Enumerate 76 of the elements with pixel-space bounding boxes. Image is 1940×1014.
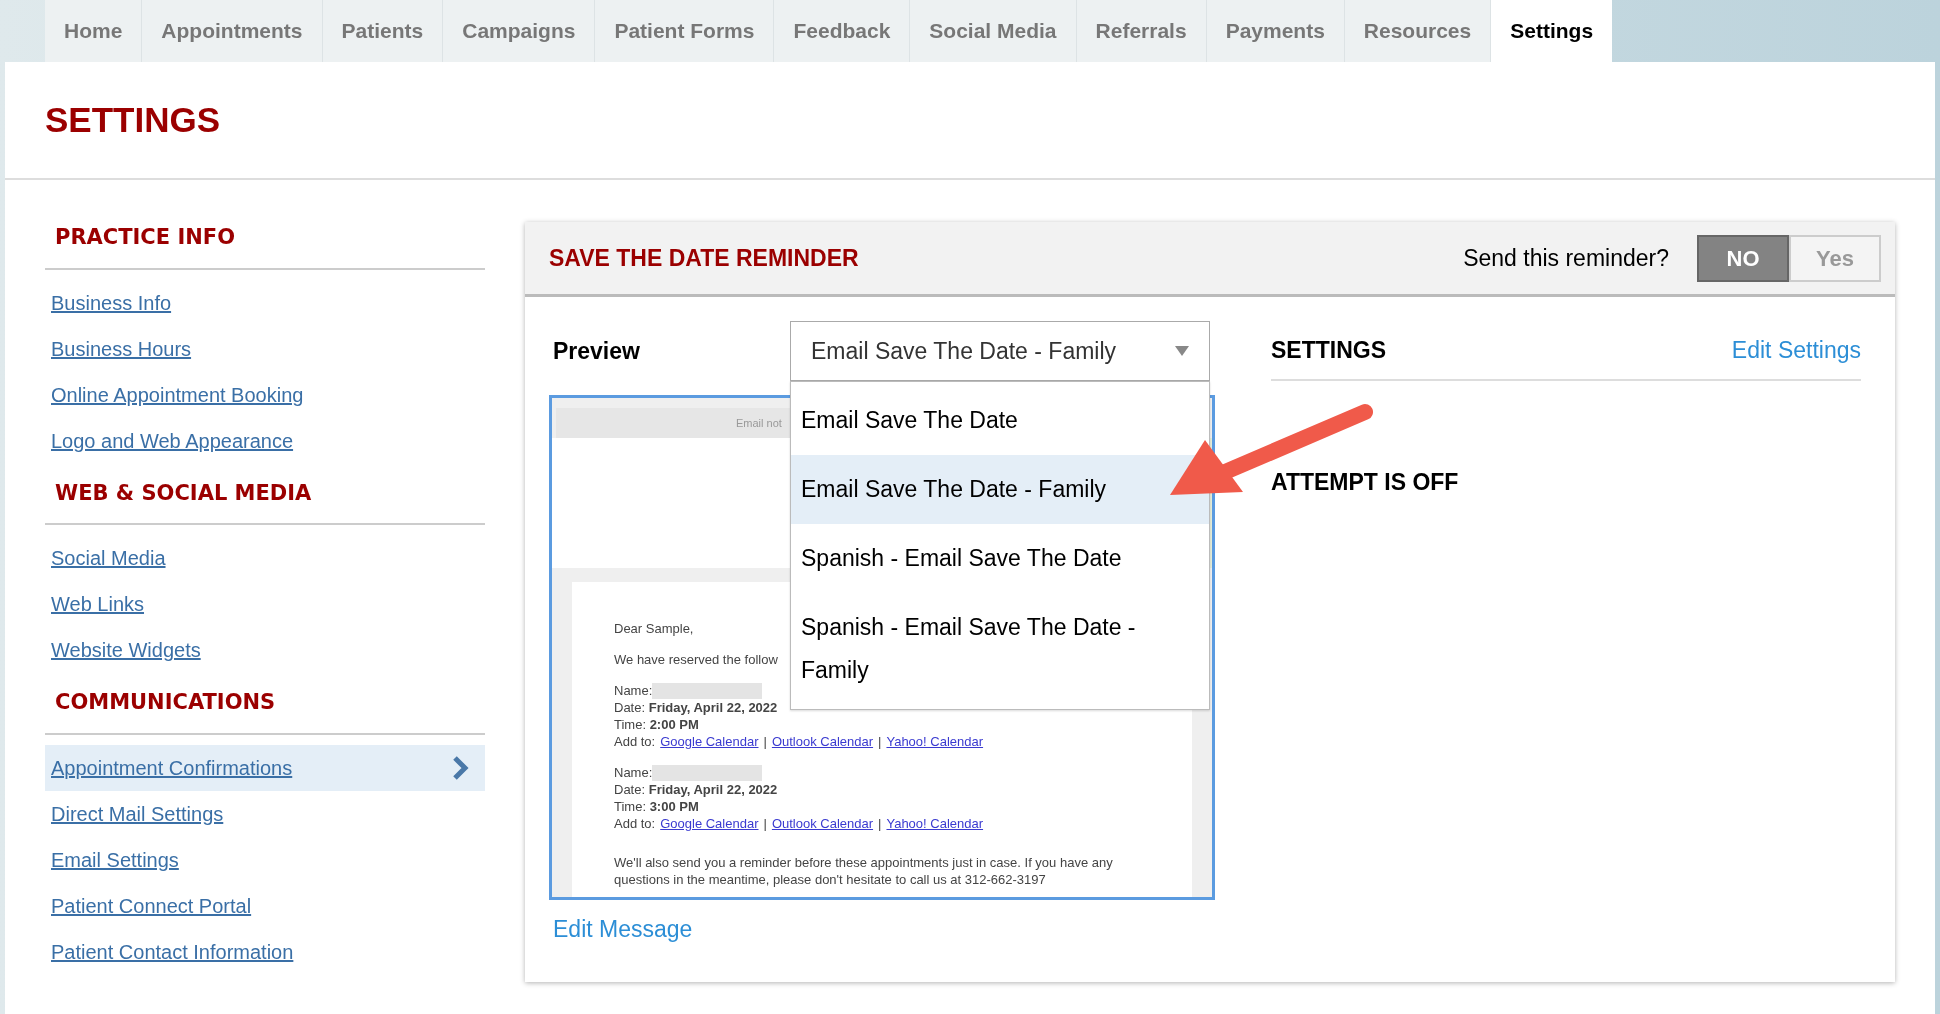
separator-text: | — [763, 733, 767, 750]
sidebar-item[interactable]: Business Info — [45, 279, 485, 326]
sidebar-item[interactable]: Patient Contact Information — [45, 928, 485, 975]
calendar-link[interactable]: Google Calendar — [660, 733, 759, 750]
sidebar-item[interactable]: Logo and Web Appearance — [45, 417, 485, 464]
toggle-option[interactable]: NO — [1697, 234, 1789, 282]
sidebar-item[interactable]: Appointment Confirmations — [45, 744, 485, 791]
sidebar-link[interactable]: Logo and Web Appearance — [51, 425, 294, 456]
chevron-right-icon — [451, 754, 469, 781]
sidebar-item[interactable]: Social Media — [45, 535, 485, 581]
sidebar-item[interactable]: Patient Connect Portal — [45, 882, 485, 929]
dropdown-option[interactable]: Spanish - Email Save The Date - Family — [791, 593, 1209, 705]
nav-tab[interactable]: Feedback — [774, 0, 911, 62]
sidebar-item[interactable]: Website Widgets — [45, 627, 485, 673]
sidebar-link[interactable]: Web Links — [51, 589, 144, 619]
dropdown-option[interactable]: Spanish - Email Save The Date — [791, 524, 1209, 593]
appointment-date: Date: Friday, April 22, 2022 — [614, 699, 779, 716]
nav-tab[interactable]: Patient Forms — [595, 0, 775, 62]
sidebar-link[interactable]: Patient Contact Information — [51, 936, 294, 967]
section-heading: COMMUNICATIONS — [55, 690, 276, 714]
sidebar-link[interactable]: Website Widgets — [51, 635, 201, 665]
calendar-link[interactable]: Yahoo! Calendar — [886, 815, 984, 832]
email-header-text: Email not — [736, 415, 782, 431]
calendar-link[interactable]: Google Calendar — [660, 815, 759, 832]
sidebar-link[interactable]: Appointment Confirmations — [51, 752, 293, 783]
nav-tab[interactable]: Patients — [322, 0, 444, 62]
template-dropdown[interactable]: Email Save The Date - Family — [790, 321, 1210, 381]
name-label: Name: — [614, 682, 653, 699]
name-label: Name: — [614, 764, 653, 781]
sidebar-item[interactable]: Web Links — [45, 581, 485, 627]
nav-tab[interactable]: Resources — [1344, 0, 1492, 62]
email-intro: We have reserved the follow — [614, 651, 778, 668]
appointment-time: Time: 2:00 PM — [614, 716, 700, 733]
send-prompt: Send this reminder? — [1463, 243, 1669, 273]
calendar-link[interactable]: Yahoo! Calendar — [886, 733, 984, 750]
sidebar-link[interactable]: Email Settings — [51, 844, 179, 875]
nav-tab[interactable]: Appointments — [142, 0, 323, 62]
sidebar-item[interactable]: Email Settings — [45, 836, 485, 883]
calendar-link[interactable]: Outlook Calendar — [771, 733, 874, 750]
separator-text: | — [763, 815, 767, 832]
section-heading: WEB & SOCIAL MEDIA — [55, 480, 312, 505]
caret-down-icon — [1175, 346, 1189, 356]
separator-text: | — [878, 815, 882, 832]
nav-tab[interactable]: Settings — [1491, 0, 1613, 62]
nav-tab[interactable]: Social Media — [910, 0, 1077, 62]
card-title: SAVE THE DATE REMINDER — [549, 243, 859, 273]
edit-message-link[interactable]: Edit Message — [553, 912, 1215, 947]
appointment-time: Time: 3:00 PM — [614, 798, 700, 815]
sidebar-link[interactable]: Social Media — [51, 543, 166, 573]
nav-tab[interactable]: Referrals — [1076, 0, 1207, 62]
appointment-date: Date: Friday, April 22, 2022 — [614, 781, 779, 798]
add-to-label: Add to: — [614, 733, 656, 750]
add-to-label: Add to: — [614, 815, 656, 832]
sidebar-link[interactable]: Online Appointment Booking — [51, 379, 304, 410]
email-greeting: Dear Sample, — [614, 620, 694, 637]
nav-tab[interactable]: Campaigns — [443, 0, 596, 62]
preview-label: Preview — [552, 336, 641, 366]
email-closing: We'll also send you a reminder before these appointments just in case. If you have any questions in the meantime, please don't hesitate to call us at 312-662-3197 — [614, 854, 1114, 888]
page-title: SETTINGS — [45, 98, 221, 141]
sidebar-link[interactable]: Patient Connect Portal — [51, 890, 252, 921]
sidebar-link[interactable]: Direct Mail Settings — [51, 798, 224, 829]
settings-heading: SETTINGS — [1271, 335, 1386, 365]
dropdown-option[interactable]: Email Save The Date - Family — [791, 455, 1209, 524]
sidebar-item[interactable]: Direct Mail Settings — [45, 790, 485, 837]
dropdown-option[interactable]: Email Save The Date — [791, 386, 1209, 455]
sidebar-link[interactable]: Business Info — [51, 287, 172, 318]
attempt-status: ATTEMPT IS OFF — [1271, 468, 1460, 497]
sidebar-link[interactable]: Business Hours — [51, 333, 192, 364]
nav-tab[interactable]: Payments — [1206, 0, 1345, 62]
section-heading: PRACTICE INFO — [55, 225, 236, 249]
sidebar-item[interactable]: Business Hours — [45, 325, 485, 372]
separator-text: | — [878, 733, 882, 750]
sidebar-item[interactable]: Online Appointment Booking — [45, 371, 485, 418]
edit-settings-link[interactable]: Edit Settings — [1731, 332, 1861, 368]
nav-tab[interactable]: Home — [45, 0, 143, 62]
calendar-link[interactable]: Outlook Calendar — [771, 815, 874, 832]
